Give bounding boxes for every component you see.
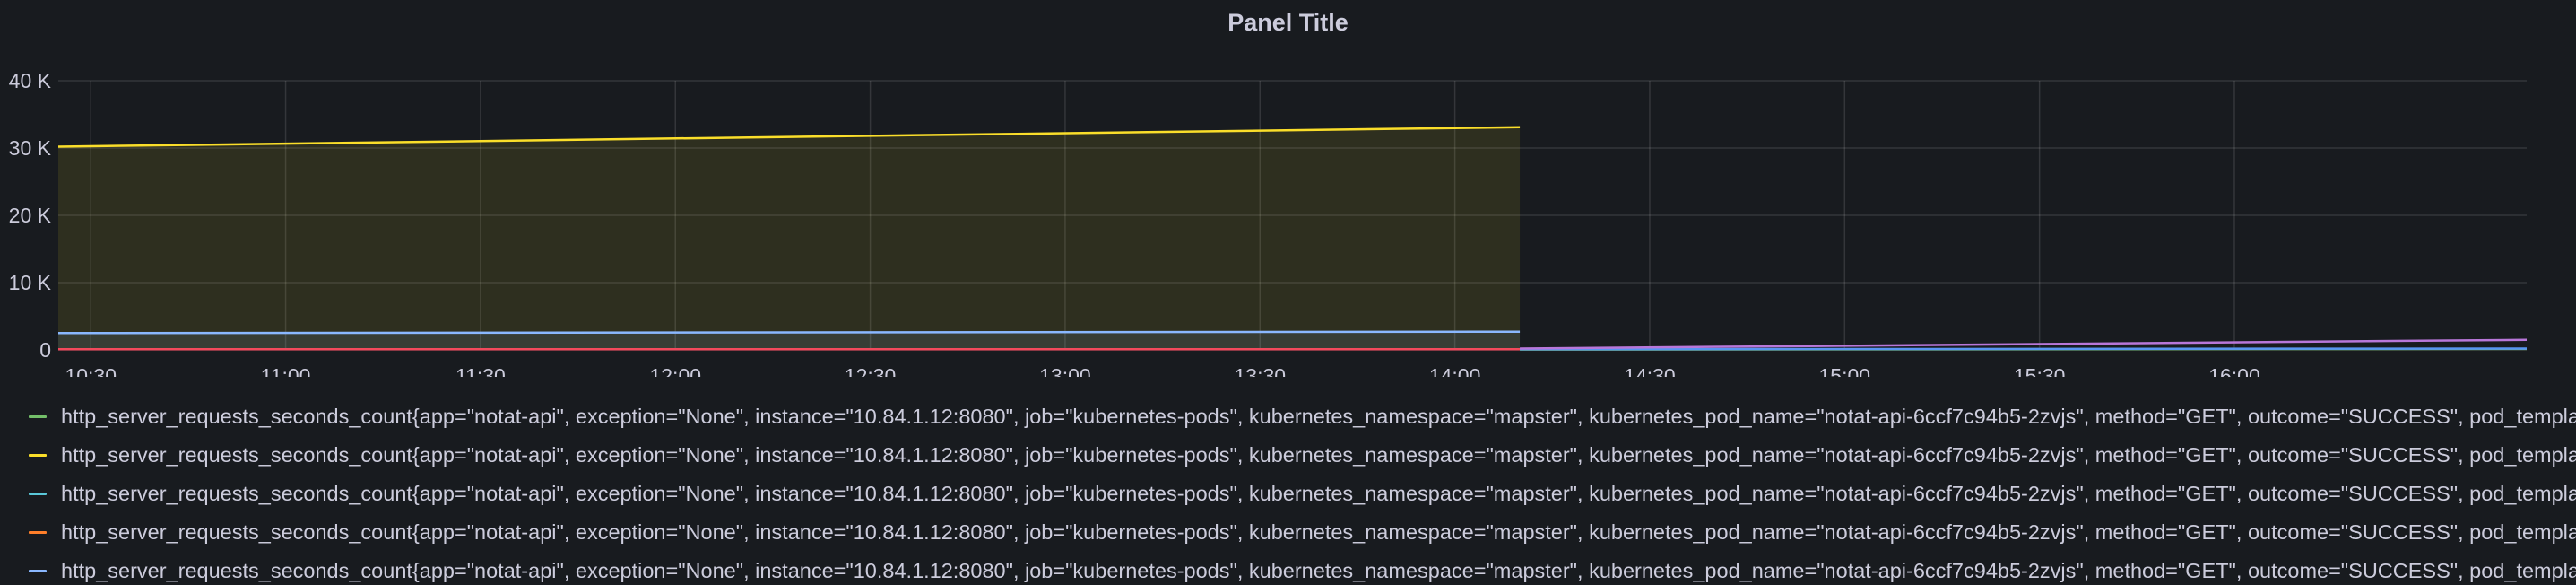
x-tick-label: 16:00	[2208, 364, 2260, 377]
x-tick-label: 11:30	[455, 364, 506, 377]
x-tick-label: 15:30	[2014, 364, 2066, 377]
x-tick-label: 12:00	[649, 364, 701, 377]
legend-item[interactable]: http_server_requests_seconds_count{app="…	[29, 477, 2576, 510]
legend-item[interactable]: http_server_requests_seconds_count{app="…	[29, 400, 2576, 432]
legend: http_server_requests_seconds_count{app="…	[0, 400, 2576, 585]
y-tick-label: 20 K	[9, 204, 52, 227]
legend-color-swatch	[29, 569, 47, 572]
legend-color-swatch	[29, 415, 47, 418]
legend-item[interactable]: http_server_requests_seconds_count{app="…	[29, 554, 2576, 585]
legend-label: http_server_requests_seconds_count{app="…	[61, 558, 2576, 582]
legend-label: http_server_requests_seconds_count{app="…	[61, 404, 2576, 428]
series-line	[1520, 338, 2528, 350]
x-tick-label: 15:00	[1819, 364, 1871, 377]
series-line	[57, 330, 1521, 335]
x-tick-label: 11:00	[261, 364, 311, 377]
y-tick-label: 40 K	[9, 69, 52, 92]
x-tick-label: 13:00	[1039, 364, 1091, 377]
legend-label: http_server_requests_seconds_count{app="…	[61, 442, 2576, 467]
legend-color-swatch	[29, 492, 47, 495]
x-tick-label: 14:30	[1624, 364, 1676, 377]
y-tick-label: 30 K	[9, 136, 52, 160]
legend-item[interactable]: http_server_requests_seconds_count{app="…	[29, 516, 2576, 548]
x-tick-label: 13:30	[1234, 364, 1286, 377]
legend-color-swatch	[29, 530, 47, 534]
y-tick-label: 10 K	[9, 271, 52, 294]
legend-label: http_server_requests_seconds_count{app="…	[61, 520, 2576, 544]
series-area	[58, 331, 1521, 350]
x-tick-label: 12:30	[845, 364, 897, 377]
legend-item[interactable]: http_server_requests_seconds_count{app="…	[29, 439, 2576, 471]
x-tick-label: 10:30	[65, 364, 117, 377]
legend-label: http_server_requests_seconds_count{app="…	[61, 481, 2576, 505]
series-area	[58, 127, 1521, 350]
series-line	[1520, 347, 2528, 351]
y-tick-label: 0	[39, 338, 51, 362]
graph-panel: Panel Title 0 10 K 20 K 30 K 40 K 10:30 11:00 1…	[0, 0, 2576, 585]
legend-color-swatch	[29, 453, 47, 457]
x-tick-label: 14:00	[1429, 364, 1481, 377]
time-series-chart[interactable]: 0 10 K 20 K 30 K 40 K 10:30 11:00 11:30 12:00 12:…	[0, 0, 2576, 377]
